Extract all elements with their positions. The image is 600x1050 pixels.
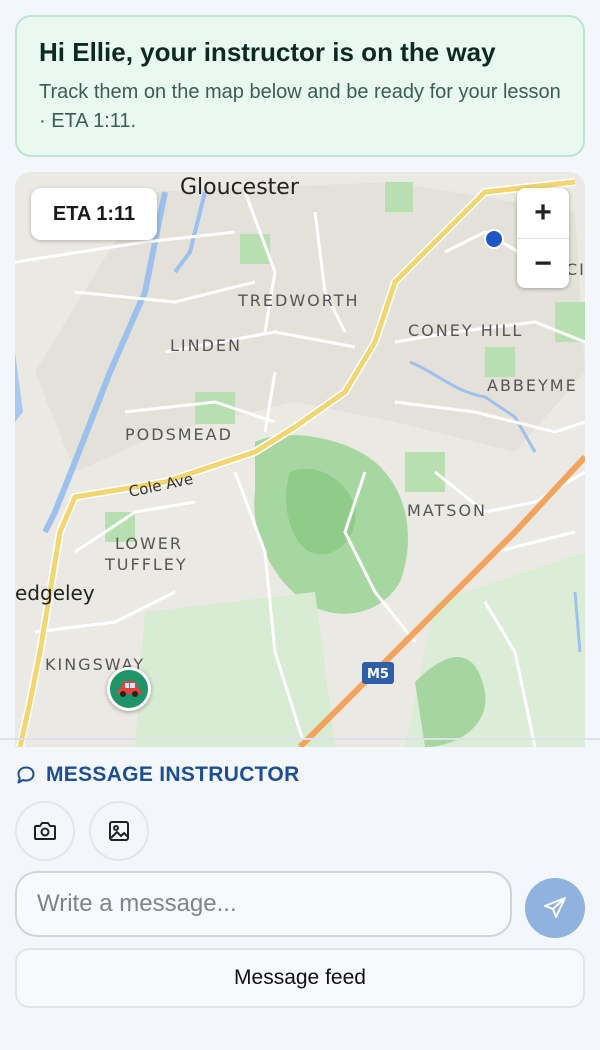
image-icon xyxy=(109,821,129,841)
camera-icon xyxy=(34,822,56,840)
map-label-tuffley: TUFFLEY xyxy=(104,555,188,574)
map-label-podsmead: PODSMEAD xyxy=(125,425,233,444)
eta-chip: ETA 1:11 xyxy=(31,188,157,240)
map-label-coney-hill: CONEY HILL xyxy=(408,321,523,340)
student-location-marker xyxy=(484,229,504,249)
m5-shield: M5 xyxy=(362,662,394,684)
gallery-button[interactable] xyxy=(89,801,149,861)
banner-subtitle: Track them on the map below and be ready… xyxy=(39,81,561,132)
m5-label: M5 xyxy=(367,667,389,682)
send-icon xyxy=(544,897,566,918)
map-label-lower: LOWER xyxy=(115,534,183,553)
live-map[interactable]: Gloucester TREDWORTH LINDEN CONEY HILL A… xyxy=(15,172,585,747)
chat-bubble-icon xyxy=(17,766,35,784)
message-feed-button[interactable]: Message feed xyxy=(15,948,585,1008)
map-label-tredworth: TREDWORTH xyxy=(237,291,360,310)
zoom-in-button[interactable]: + xyxy=(517,188,569,238)
message-section-heading: MESSAGE INSTRUCTOR xyxy=(16,762,300,788)
zoom-control: + − xyxy=(517,188,569,288)
map-label-matson: MATSON xyxy=(407,501,487,520)
section-divider xyxy=(0,738,600,740)
camera-button[interactable] xyxy=(15,801,75,861)
map-label-gloucester: Gloucester xyxy=(180,175,300,200)
map-label-linden: LINDEN xyxy=(170,336,242,355)
car-icon xyxy=(117,681,141,697)
zoom-out-button[interactable]: − xyxy=(517,238,569,288)
banner-title: Hi Ellie, your instructor is on the way xyxy=(39,37,496,67)
message-input[interactable] xyxy=(37,890,490,918)
map-label-abbeymead: ABBEYME xyxy=(487,376,578,395)
send-button[interactable] xyxy=(525,878,585,938)
map-canvas: Gloucester TREDWORTH LINDEN CONEY HILL A… xyxy=(15,172,585,747)
message-heading-label: MESSAGE INSTRUCTOR xyxy=(46,763,300,786)
instructor-car-marker[interactable] xyxy=(107,667,151,711)
status-banner: Hi Ellie, your instructor is on the way … xyxy=(15,15,585,157)
message-input-wrapper xyxy=(15,871,512,937)
map-label-quedgeley: edgeley xyxy=(15,581,95,605)
